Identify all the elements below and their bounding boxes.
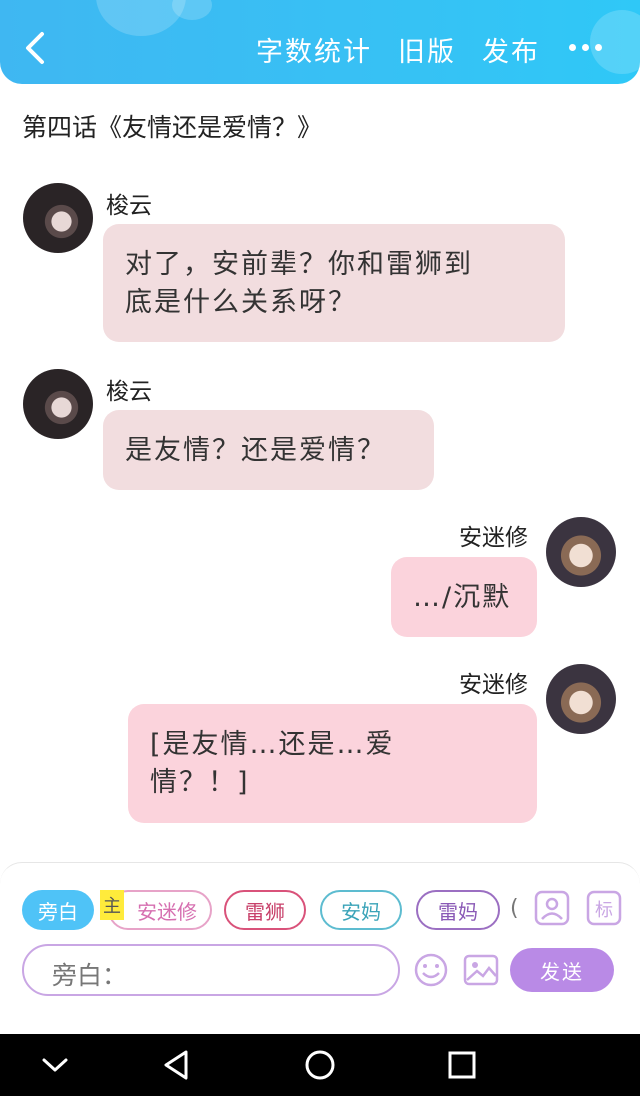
chapter-title: 第四话《友情还是爱情？》 xyxy=(22,113,323,142)
avatar[interactable] xyxy=(23,183,93,253)
more-chips-indicator: ( xyxy=(510,896,519,921)
role-chip-character[interactable]: 雷妈 xyxy=(416,890,500,930)
avatar[interactable] xyxy=(23,369,93,439)
more-options-icon[interactable] xyxy=(569,44,602,51)
sender-name: 梭云 xyxy=(106,379,152,405)
svg-text:标: 标 xyxy=(595,900,613,921)
message-line: 是友情？还是爱情？ xyxy=(125,435,386,466)
nav-collapse-icon[interactable] xyxy=(38,1048,72,1082)
message-line: 对了，安前辈？你和雷狮到 xyxy=(125,249,473,280)
image-icon[interactable] xyxy=(463,952,499,988)
main-character-tag: 主 xyxy=(100,890,124,920)
role-chip-narration[interactable]: 旁白 xyxy=(22,890,94,930)
message-line: [是友情…还是…爱 xyxy=(150,729,395,760)
avatar[interactable] xyxy=(546,664,616,734)
old-version-button[interactable]: 旧版 xyxy=(398,30,456,69)
nav-recents-icon[interactable] xyxy=(445,1048,479,1082)
message-bubble[interactable]: …/沉默 xyxy=(391,557,537,637)
message-line: …/沉默 xyxy=(413,582,512,613)
sender-name: 安迷修 xyxy=(459,672,528,698)
system-nav-bar xyxy=(0,1034,640,1096)
message-bubble[interactable]: 对了，安前辈？你和雷狮到 底是什么关系呀？ xyxy=(103,224,565,342)
avatar[interactable] xyxy=(546,517,616,587)
back-arrow-icon[interactable] xyxy=(22,30,50,66)
emoji-icon[interactable] xyxy=(413,952,449,988)
send-button[interactable]: 发送 xyxy=(510,948,614,992)
word-count-button[interactable]: 字数统计 xyxy=(256,30,372,69)
header-actions: 字数统计 旧版 发布 xyxy=(256,30,540,69)
sender-name: 梭云 xyxy=(106,193,152,219)
character-profile-icon[interactable] xyxy=(534,890,570,926)
role-chip-character[interactable]: 安妈 xyxy=(320,890,402,930)
sender-name: 安迷修 xyxy=(459,525,528,551)
publish-button[interactable]: 发布 xyxy=(482,30,540,69)
message-bubble[interactable]: 是友情？还是爱情？ xyxy=(103,410,434,490)
decor-bubble xyxy=(590,10,640,74)
tag-icon[interactable]: 标 xyxy=(586,890,622,926)
message-line: 底是什么关系呀？ xyxy=(125,287,357,318)
message-line: 情？！] xyxy=(150,767,250,798)
role-chip-character[interactable]: 雷狮 xyxy=(224,890,306,930)
nav-home-icon[interactable] xyxy=(303,1048,337,1082)
nav-back-icon[interactable] xyxy=(160,1048,194,1082)
message-input[interactable]: 旁白： xyxy=(22,944,400,996)
message-bubble[interactable]: [是友情…还是…爱 情？！] xyxy=(128,704,537,823)
top-app-bar: 字数统计 旧版 发布 xyxy=(0,0,640,84)
